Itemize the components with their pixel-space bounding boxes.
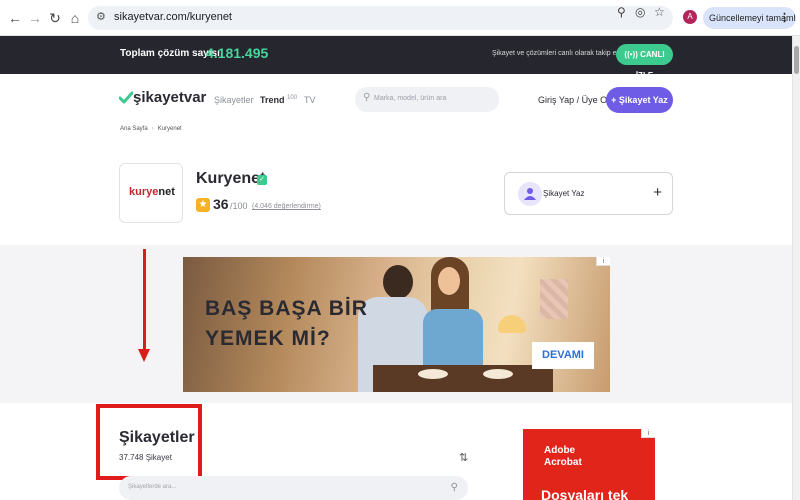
write-complaint-card[interactable]: Şikayet Yaz + <box>504 172 673 215</box>
annotation-arrow-head-icon <box>138 349 150 362</box>
follow-live-text: Şikayet ve çözümleri canlı olarak takip … <box>492 50 619 57</box>
back-arrow-icon[interactable]: ← <box>6 9 24 27</box>
search-placeholder: Marka, model, ürün ara <box>374 95 447 102</box>
forward-arrow-icon[interactable]: → <box>26 9 44 27</box>
plus-icon: + <box>653 184 662 201</box>
brand-logo-text-1: kurye <box>129 186 159 198</box>
scrollbar-thumb[interactable] <box>794 46 799 74</box>
search-icon: ⚲ <box>363 92 371 103</box>
brand-logo-text: kuryenet <box>129 186 175 198</box>
verified-badge-icon: ✓ <box>257 175 267 185</box>
score-star-icon: ★ <box>196 198 210 212</box>
ad-lamp <box>498 315 526 333</box>
adobe-acrobat-ad[interactable]: Adobe Acrobat Dosyaları tek i <box>523 429 655 500</box>
ad-figure-man-head <box>383 265 413 299</box>
total-solutions-label: Toplam çözüm sayısı <box>120 48 220 59</box>
rating-count-link[interactable]: (4.046 değerlendirme) <box>252 203 321 210</box>
nav-complaints[interactable]: Şikayetler <box>214 95 254 105</box>
ad-figure-woman-face <box>438 267 460 295</box>
site-search-input[interactable]: ⚲ Marka, model, ürün ara <box>355 87 499 112</box>
nav-trend-label: Trend <box>260 95 285 105</box>
complaints-search-placeholder: Şikayetlerde ara... <box>128 484 177 490</box>
brand-score: 36 <box>213 196 229 212</box>
zoom-icon[interactable]: ⚲ <box>617 5 626 19</box>
adobe-brand-line1: Adobe <box>544 445 576 456</box>
logo-text: şikayetvar <box>133 89 207 106</box>
ad-headline: BAŞ BAŞA BİR YEMEK Mİ? <box>205 294 368 355</box>
complaints-search-input[interactable]: Şikayetlerde ara... ⚲ <box>119 476 468 500</box>
ad-cta-button[interactable]: DEVAMI <box>532 342 594 369</box>
ad-info-icon[interactable]: i <box>596 257 610 266</box>
search-icon: ⚲ <box>450 482 458 493</box>
browser-toolbar: ← → ↻ ⌂ ⚙ sikayetvar.com/kuryenet ⚲ ◎ ☆ … <box>0 0 800 36</box>
ad-headline-line2: YEMEK Mİ? <box>205 327 331 351</box>
profile-avatar[interactable]: A <box>683 10 697 24</box>
user-avatar <box>518 182 542 206</box>
ad-plate <box>483 369 513 379</box>
ad-figure-woman-body <box>423 309 483 369</box>
adobe-brand: Adobe Acrobat <box>544 445 582 469</box>
solutions-bar: Toplam çözüm sayısı 4.181.495 Şikayet ve… <box>0 36 792 80</box>
page-scrollbar[interactable] <box>792 36 800 500</box>
breadcrumb-current: Kuryenet <box>157 126 182 132</box>
user-icon <box>524 188 536 200</box>
home-icon[interactable]: ⌂ <box>66 9 84 27</box>
total-solutions-count: 4.181.495 <box>206 45 269 61</box>
breadcrumb: Ana Sayfa › Kuryenet <box>120 126 182 132</box>
annotation-arrow-line <box>143 249 146 349</box>
ad-blurred-logo <box>540 279 568 319</box>
sort-icon[interactable]: ⇅ <box>459 451 468 464</box>
adobe-brand-line2: Acrobat <box>544 457 582 468</box>
brand-logo: kuryenet <box>119 163 183 223</box>
logo-check-icon <box>119 91 133 104</box>
login-register-link[interactable]: Giriş Yap / Üye Ol <box>538 95 609 105</box>
brand-logo-text-2: net <box>158 186 175 198</box>
write-complaint-label: Şikayet Yaz <box>543 189 585 198</box>
eye-off-icon[interactable]: ◎ <box>635 5 645 19</box>
nav-trend[interactable]: Trend 100 <box>260 95 297 105</box>
reload-icon[interactable]: ↻ <box>46 9 64 27</box>
bookmark-star-icon[interactable]: ☆ <box>654 5 665 19</box>
ad-table <box>373 365 553 392</box>
ad-info-icon[interactable]: i <box>641 429 655 438</box>
live-watch-label: CANLI İZLE <box>635 50 665 80</box>
write-complaint-button[interactable]: + Şikayet Yaz <box>606 87 673 113</box>
nav-trend-badge: 100 <box>287 95 298 101</box>
breadcrumb-home[interactable]: Ana Sayfa <box>120 126 148 132</box>
more-menu-icon[interactable]: ⋮ <box>779 7 790 29</box>
address-bar[interactable]: ⚙ sikayetvar.com/kuryenet <box>88 6 673 30</box>
annotation-highlight-box <box>96 404 202 480</box>
adobe-tagline: Dosyaları tek <box>541 487 629 500</box>
brand-name: Kuryenet <box>196 170 266 187</box>
ad-headline-line1: BAŞ BAŞA BİR <box>205 297 368 320</box>
update-button[interactable]: Güncellemeyi tamamla ⋮ <box>703 7 796 29</box>
nav-tv[interactable]: TV <box>304 95 316 105</box>
dinner-ad-banner[interactable]: BAŞ BAŞA BİR YEMEK Mİ? DEVAMI i <box>183 257 610 392</box>
ad-plate <box>418 369 448 379</box>
brand-score-max: /100 <box>230 201 248 211</box>
live-watch-button[interactable]: ((•)) CANLI İZLE <box>616 44 673 80</box>
site-settings-icon[interactable]: ⚙ <box>96 10 106 23</box>
breadcrumb-chevron-icon: › <box>151 126 154 132</box>
url-text: sikayetvar.com/kuryenet <box>114 11 232 23</box>
broadcast-icon: ((•)) <box>624 50 638 59</box>
